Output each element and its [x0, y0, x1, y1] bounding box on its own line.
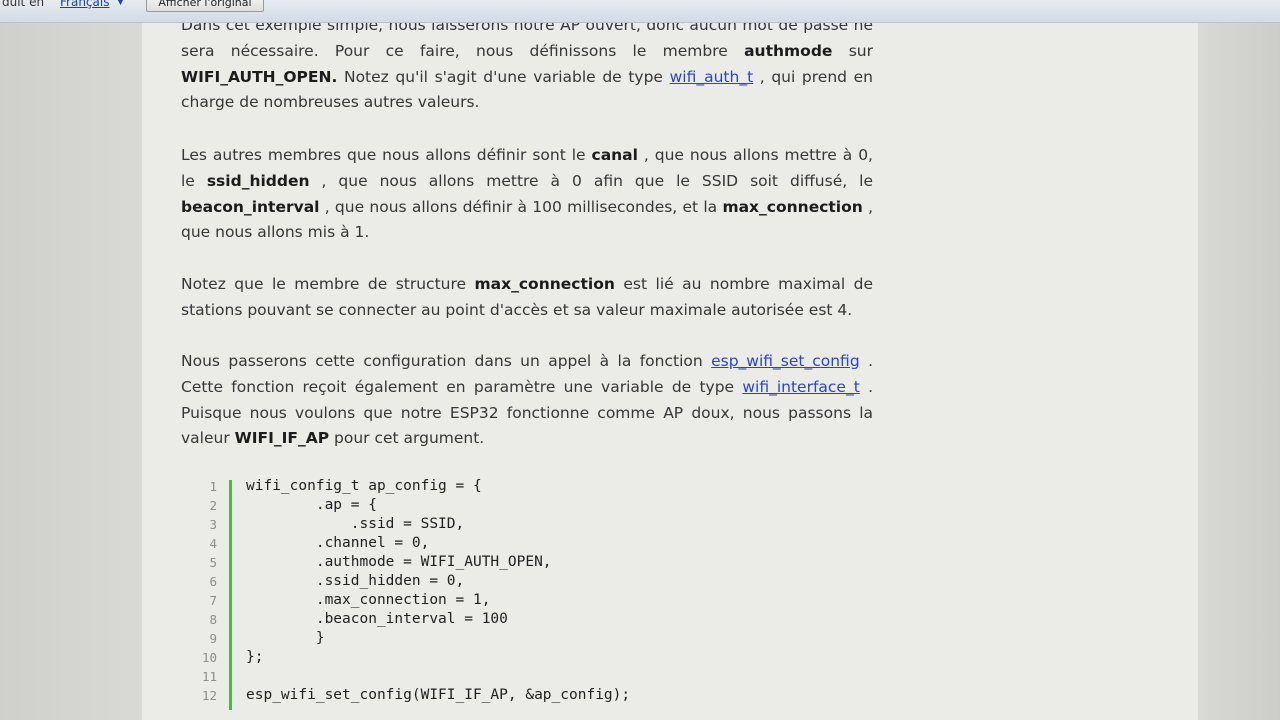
code-text: .ssid = SSID, — [246, 516, 465, 532]
translate-bar-text: duit en — [2, 0, 45, 9]
code-line: 8 .beacon_interval = 100 — [195, 611, 895, 630]
text: pour cet argument. — [329, 429, 485, 448]
code-line: 10}; — [195, 649, 895, 668]
text: Nous passerons cette configuration dans … — [181, 352, 712, 370]
line-number: 8 — [209, 612, 217, 627]
code-line: 11 — [195, 668, 895, 687]
article-paragraph-4: Nous passerons cette configuration dans … — [181, 349, 873, 452]
code-text: .authmode = WIFI_AUTH_OPEN, — [246, 554, 552, 570]
line-number: 9 — [209, 631, 217, 646]
bold-term: WIFI_AUTH_OPEN. — [181, 67, 338, 86]
code-line: 7 .max_connection = 1, — [195, 592, 895, 611]
bold-term: ssid_hidden — [206, 171, 310, 190]
link-wifi-auth-t[interactable]: wifi_auth_t — [670, 68, 754, 86]
show-original-button[interactable]: Afficher l'original — [146, 0, 264, 12]
line-number: 6 — [209, 574, 217, 589]
text: , que nous allons mettre à 0 afin que le… — [309, 171, 874, 190]
line-number: 5 — [209, 555, 217, 570]
text: Notez que le membre de structure — [181, 275, 475, 293]
code-line: 12 esp_wifi_set_config(WIFI_IF_AP, &ap_co… — [195, 687, 895, 706]
bold-term: canal — [591, 146, 638, 164]
language-selector[interactable]: Français — [60, 0, 109, 9]
bold-term: max_connection — [474, 275, 615, 293]
code-line: 6 .ssid_hidden = 0, — [195, 573, 895, 592]
code-line: 5 .authmode = WIFI_AUTH_OPEN, — [195, 554, 895, 573]
code-text: .ap = { — [246, 497, 377, 513]
bold-term: WIFI_IF_AP — [234, 429, 330, 448]
code-text: } — [246, 630, 325, 646]
code-block: 1 wifi_config_t ap_config = { 2 .ap = { 3… — [195, 478, 895, 714]
line-number: 12 — [201, 688, 217, 703]
link-esp-wifi-set-config[interactable]: esp_wifi_set_config — [711, 352, 860, 370]
line-number: 10 — [201, 650, 217, 665]
line-number: 2 — [209, 498, 217, 513]
line-number: 1 — [209, 479, 217, 494]
text: sur — [832, 41, 873, 60]
code-text: .channel = 0, — [246, 535, 430, 551]
line-number: 7 — [209, 593, 217, 608]
code-text: .beacon_interval = 100 — [246, 611, 508, 627]
translate-bar: duit en Français ▼ Afficher l'original — [0, 0, 1280, 23]
right-margin — [1198, 22, 1280, 720]
text: , que nous allons définir à 100 millisec… — [319, 197, 723, 216]
code-line: 2 .ap = { — [195, 497, 895, 516]
article-paragraph-2: Les autres membres que nous allons défin… — [181, 143, 873, 246]
code-line: 1 wifi_config_t ap_config = { — [195, 478, 895, 497]
text: Les autres membres que nous allons défin… — [181, 146, 592, 164]
bold-term: authmode — [744, 41, 833, 60]
line-number: 11 — [201, 669, 217, 684]
link-wifi-interface-t[interactable]: wifi_interface_t — [742, 378, 859, 396]
code-line: 3 .ssid = SSID, — [195, 516, 895, 535]
code-text: wifi_config_t ap_config = { — [246, 478, 482, 494]
code-text: esp_wifi_set_config(WIFI_IF_AP, &ap_conf… — [246, 687, 631, 703]
chevron-down-icon[interactable]: ▼ — [117, 0, 124, 7]
code-line: 9 } — [195, 630, 895, 649]
article-paragraph-1: Dans cet exemple simple, nous laisserons… — [181, 13, 873, 116]
bold-term: max_connection — [722, 197, 863, 216]
text: Notez qu'il s'agit d'une variable de typ… — [337, 67, 670, 86]
code-text: }; — [246, 649, 264, 665]
bold-term: beacon_interval — [181, 197, 320, 216]
left-margin — [0, 22, 142, 720]
code-text: .max_connection = 1, — [246, 592, 491, 608]
article-paragraph-3: Notez que le membre de structure max_con… — [181, 272, 873, 324]
line-number: 3 — [209, 517, 217, 532]
code-line: 4 .channel = 0, — [195, 535, 895, 554]
line-number: 4 — [209, 536, 217, 551]
code-text: .ssid_hidden = 0, — [246, 573, 465, 589]
